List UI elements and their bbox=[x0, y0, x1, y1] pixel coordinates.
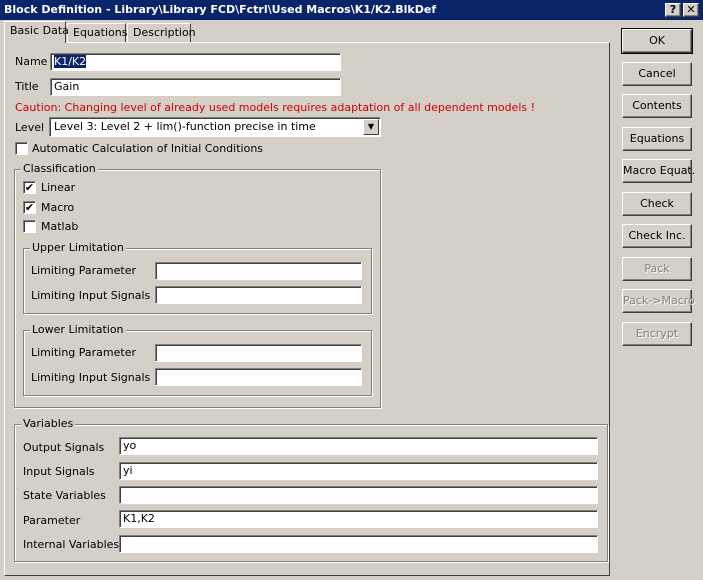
encrypt-button[interactable]: Encrypt bbox=[622, 322, 692, 346]
macro-checkbox[interactable]: ✔ bbox=[23, 201, 36, 214]
name-field-value: K1/K2 bbox=[54, 55, 87, 68]
input-signals-field[interactable]: yi bbox=[119, 462, 598, 480]
matlab-checkbox[interactable] bbox=[23, 220, 36, 233]
check-icon: ✔ bbox=[24, 201, 35, 214]
linear-checkbox[interactable]: ✔ bbox=[23, 181, 36, 194]
title-field[interactable]: Gain bbox=[50, 78, 341, 96]
name-field[interactable]: K1/K2 bbox=[50, 53, 341, 71]
equations-button[interactable]: Equations bbox=[622, 127, 692, 151]
caution-message: Caution: Changing level of already used … bbox=[15, 101, 536, 114]
lower-limitation-legend: Lower Limitation bbox=[30, 323, 126, 336]
output-signals-field[interactable]: yo bbox=[119, 437, 598, 455]
auto-calc-label: Automatic Calculation of Initial Conditi… bbox=[32, 142, 264, 155]
chevron-down-icon[interactable]: ▼ bbox=[363, 119, 379, 135]
tab-description[interactable]: Description bbox=[127, 23, 196, 43]
pack-macro-button[interactable]: Pack->Macro bbox=[622, 289, 695, 313]
tab-basic-data[interactable]: Basic Data bbox=[4, 21, 69, 43]
upper-limiting-inputs-label: Limiting Input Signals bbox=[31, 289, 151, 302]
parameter-label: Parameter bbox=[23, 514, 81, 527]
check-button[interactable]: Check bbox=[622, 192, 692, 216]
internal-variables-label: Internal Variables bbox=[23, 538, 120, 551]
tab-basic-data-label: Basic Data bbox=[10, 24, 69, 37]
upper-limiting-inputs-field[interactable] bbox=[155, 286, 362, 304]
matlab-label: Matlab bbox=[41, 220, 79, 233]
help-button[interactable]: ? bbox=[665, 3, 681, 17]
lower-limitation-group bbox=[23, 330, 372, 396]
state-variables-field[interactable] bbox=[119, 486, 598, 504]
input-signals-label: Input Signals bbox=[23, 465, 95, 478]
state-variables-label: State Variables bbox=[23, 489, 106, 502]
upper-limitation-legend: Upper Limitation bbox=[30, 241, 126, 254]
name-label: Name bbox=[15, 55, 48, 68]
close-button[interactable]: ✕ bbox=[683, 3, 699, 17]
internal-variables-field[interactable] bbox=[119, 535, 598, 553]
variables-legend: Variables bbox=[21, 417, 76, 430]
lower-limiting-inputs-label: Limiting Input Signals bbox=[31, 371, 151, 384]
upper-limiting-parameter-field[interactable] bbox=[155, 262, 362, 280]
cancel-button[interactable]: Cancel bbox=[622, 62, 692, 86]
tab-equations-label: Equations bbox=[73, 26, 128, 39]
window-titlebar[interactable]: Block Definition - Library\Library FCD\F… bbox=[0, 0, 703, 20]
title-label: Title bbox=[15, 80, 39, 93]
lower-limiting-parameter-field[interactable] bbox=[155, 344, 362, 362]
upper-limiting-parameter-label: Limiting Parameter bbox=[31, 264, 137, 277]
macro-equat-button[interactable]: Macro Equat. bbox=[622, 159, 695, 183]
lower-limiting-parameter-label: Limiting Parameter bbox=[31, 346, 137, 359]
macro-label: Macro bbox=[41, 201, 75, 214]
window-title: Block Definition - Library\Library FCD\F… bbox=[4, 3, 437, 16]
parameter-field[interactable]: K1,K2 bbox=[119, 510, 598, 528]
contents-button[interactable]: Contents bbox=[622, 94, 692, 118]
level-dropdown-value: Level 3: Level 2 + lim()-function precis… bbox=[54, 120, 316, 133]
check-inc-button[interactable]: Check Inc. bbox=[622, 224, 692, 248]
level-dropdown[interactable]: Level 3: Level 2 + lim()-function precis… bbox=[49, 117, 381, 137]
tab-equations[interactable]: Equations bbox=[67, 23, 128, 43]
upper-limitation-group bbox=[23, 248, 372, 314]
ok-button[interactable]: OK bbox=[621, 28, 693, 54]
level-label: Level bbox=[15, 121, 45, 134]
output-signals-label: Output Signals bbox=[23, 441, 105, 454]
auto-calc-checkbox[interactable] bbox=[15, 142, 28, 155]
linear-label: Linear bbox=[41, 181, 76, 194]
check-icon: ✔ bbox=[24, 181, 35, 194]
classification-legend: Classification bbox=[21, 162, 98, 175]
lower-limiting-inputs-field[interactable] bbox=[155, 368, 362, 386]
tab-description-label: Description bbox=[133, 26, 196, 39]
pack-button[interactable]: Pack bbox=[622, 257, 692, 281]
